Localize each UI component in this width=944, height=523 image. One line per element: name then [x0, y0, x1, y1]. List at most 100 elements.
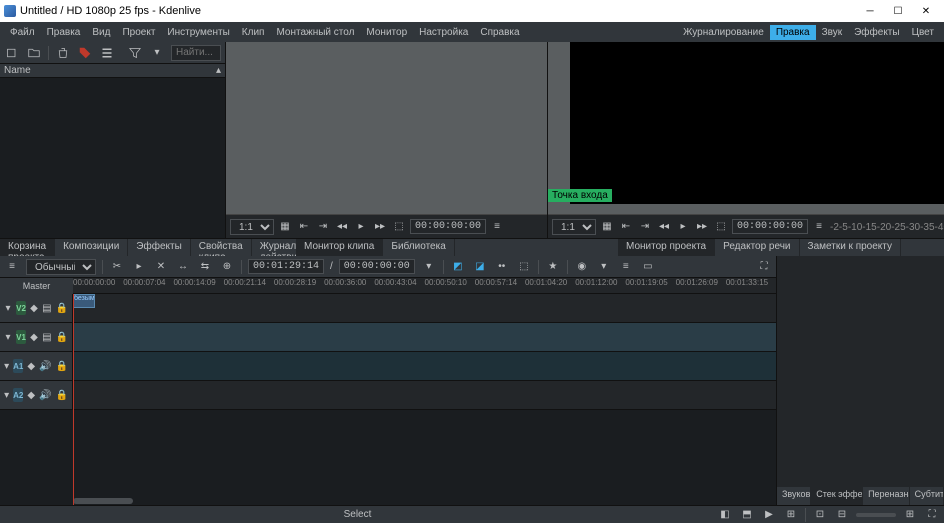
- tab-proj-monitor[interactable]: Монитор проекта: [618, 239, 715, 256]
- in-point-icon[interactable]: ⇤: [296, 219, 312, 235]
- out-point-icon[interactable]: ⇥: [637, 219, 653, 235]
- dropdown-icon[interactable]: ▾: [149, 45, 165, 61]
- filter-icon[interactable]: [127, 45, 143, 61]
- lock-icon[interactable]: 🔒: [56, 358, 68, 374]
- fullscreen-icon[interactable]: ⛶: [924, 507, 940, 523]
- snap-icon[interactable]: ⊞: [783, 507, 799, 523]
- play-icon[interactable]: ▸: [131, 259, 147, 275]
- grid-icon[interactable]: ▦: [599, 219, 615, 235]
- tab-remap[interactable]: Переназначе...: [863, 487, 910, 505]
- clip-zoom-select[interactable]: 1:1: [230, 219, 274, 235]
- zone-icon[interactable]: ◩: [450, 259, 466, 275]
- layout-effects[interactable]: Эффекты: [848, 25, 905, 40]
- mute-icon[interactable]: ◆: [30, 329, 38, 345]
- hide-icon[interactable]: ▤: [42, 329, 51, 345]
- out-point-icon[interactable]: ⇥: [315, 219, 331, 235]
- collapse-icon[interactable]: ▾: [4, 387, 9, 403]
- overwrite-icon[interactable]: ◪: [472, 259, 488, 275]
- volume-icon[interactable]: 🔊: [39, 387, 51, 403]
- edit-mode-select[interactable]: Обычный режим: [26, 259, 96, 275]
- zoom-out-icon[interactable]: ⊟: [834, 507, 850, 523]
- clip-timecode[interactable]: 00:00:00:00: [410, 219, 486, 234]
- proj-zoom-select[interactable]: 1:1: [552, 219, 596, 235]
- options-icon[interactable]: ≡: [489, 219, 505, 235]
- tab-library[interactable]: Библиотека: [383, 239, 454, 256]
- menu-file[interactable]: Файл: [4, 25, 41, 40]
- mute-icon[interactable]: ◆: [27, 387, 35, 403]
- subtitle-icon[interactable]: ▭: [640, 259, 656, 275]
- rewind-icon[interactable]: ◂◂: [656, 219, 672, 235]
- lock-icon[interactable]: 🔒: [56, 387, 68, 403]
- hide-icon[interactable]: ▤: [42, 300, 51, 316]
- proj-timecode[interactable]: 00:00:00:00: [732, 219, 808, 234]
- play-icon[interactable]: ▸: [353, 219, 369, 235]
- tab-speech[interactable]: Редактор речи: [715, 239, 799, 256]
- menu-monitor[interactable]: Монитор: [360, 25, 413, 40]
- volume-icon[interactable]: 🔊: [39, 358, 51, 374]
- layout-logging[interactable]: Журналирование: [677, 25, 770, 40]
- tab-effect-stack[interactable]: Стек эффектов...: [811, 487, 863, 505]
- zone-icon[interactable]: ⬚: [713, 219, 729, 235]
- add-clip-icon[interactable]: [4, 45, 20, 61]
- bin-content[interactable]: [0, 78, 225, 238]
- tab-clip-props[interactable]: Свойства клипа: [191, 239, 252, 256]
- project-viewer[interactable]: Точка входа: [548, 42, 944, 214]
- collapse-icon[interactable]: ▾: [4, 358, 9, 374]
- timeline-scrollbar[interactable]: [0, 497, 776, 505]
- menu-tools[interactable]: Инструменты: [161, 25, 235, 40]
- tab-compositions[interactable]: Композиции: [55, 239, 128, 256]
- preview-icon[interactable]: ◉: [574, 259, 590, 275]
- cut-icon[interactable]: ✂: [109, 259, 125, 275]
- master-track-label[interactable]: Master: [0, 278, 73, 294]
- list-icon[interactable]: [99, 45, 115, 61]
- tab-notes[interactable]: Заметки к проекту: [800, 239, 901, 256]
- layout-color[interactable]: Цвет: [906, 25, 940, 40]
- tab-clip-monitor[interactable]: Монитор клипа: [296, 239, 383, 256]
- tab-audio[interactable]: Звуково...: [777, 487, 811, 505]
- tab-subtitles[interactable]: Субтитры: [910, 487, 944, 505]
- scroll-thumb[interactable]: [73, 498, 133, 504]
- track-content[interactable]: безым: [73, 294, 776, 322]
- track-menu-icon[interactable]: ≡: [4, 259, 20, 275]
- menu-clip[interactable]: Клип: [236, 25, 271, 40]
- rewind-icon[interactable]: ◂◂: [334, 219, 350, 235]
- in-point-icon[interactable]: ⇤: [618, 219, 634, 235]
- timeline-clip[interactable]: безым: [73, 294, 95, 308]
- mute-icon[interactable]: ◆: [27, 358, 35, 374]
- razor-icon[interactable]: ✕: [153, 259, 169, 275]
- track-content[interactable]: [73, 381, 776, 409]
- search-input[interactable]: [171, 45, 221, 61]
- favorite-icon[interactable]: ★: [545, 259, 561, 275]
- menu-project[interactable]: Проект: [116, 25, 161, 40]
- mute-icon[interactable]: ◆: [30, 300, 38, 316]
- dropdown-icon[interactable]: ▾: [596, 259, 612, 275]
- add-folder-icon[interactable]: [26, 45, 42, 61]
- menu-timeline[interactable]: Монтажный стол: [270, 25, 360, 40]
- maximize-button[interactable]: ☐: [884, 1, 912, 21]
- menu-view[interactable]: Вид: [86, 25, 116, 40]
- tag-icon[interactable]: [77, 45, 93, 61]
- collapse-icon[interactable]: ▾: [4, 329, 12, 345]
- thumb-icon[interactable]: ▶: [761, 507, 777, 523]
- lift-icon[interactable]: ••: [494, 259, 510, 275]
- delete-icon[interactable]: [55, 45, 71, 61]
- track-header[interactable]: ▾ A2 ◆ 🔊 🔒: [0, 381, 73, 409]
- track-content[interactable]: [73, 352, 776, 380]
- menu-settings[interactable]: Настройка: [413, 25, 474, 40]
- layout-editing[interactable]: Правка: [770, 25, 816, 40]
- timeline-ruler[interactable]: 00:00:00:00 00:00:07:04 00:00:14:09 00:0…: [73, 278, 776, 294]
- dropdown-icon[interactable]: ▾: [421, 259, 437, 275]
- maximize-icon[interactable]: ⛶: [756, 259, 772, 275]
- playhead[interactable]: [73, 294, 74, 505]
- spacer-icon[interactable]: ↔: [175, 259, 191, 275]
- clip-viewer[interactable]: [226, 42, 547, 214]
- tags-icon[interactable]: ⬒: [739, 507, 755, 523]
- options-icon[interactable]: ≡: [811, 219, 827, 235]
- forward-icon[interactable]: ▸▸: [694, 219, 710, 235]
- play-icon[interactable]: ▸: [675, 219, 691, 235]
- fit-zoom-icon[interactable]: ⊡: [812, 507, 828, 523]
- menu-edit[interactable]: Правка: [41, 25, 87, 40]
- track-header[interactable]: ▾ V2 ◆ ▤ 🔒: [0, 294, 73, 322]
- tab-bin[interactable]: Корзина проекта: [0, 239, 55, 256]
- tab-effects[interactable]: Эффекты: [128, 239, 190, 256]
